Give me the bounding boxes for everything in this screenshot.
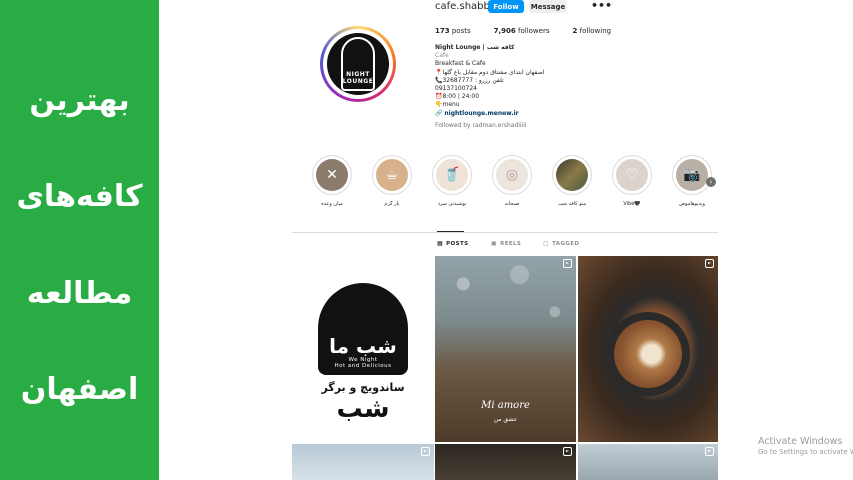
tagged-icon: ▢ [543,240,550,247]
highlight-label: ویدیوهاموض [679,201,705,207]
bio-phone: 📞تلفن رزرو : 32687777 [435,76,504,84]
post-logo-text: شب [336,394,390,424]
highlight-label: بار گرم [384,201,400,207]
bio-name: Night Lounge | کافه شب [435,44,515,51]
post-logo-badge: شب ما We Night Hot and Delicious [318,283,408,375]
highlight-item[interactable]: منو کافه شب [550,155,594,207]
bio-hours: ⏰8:00 | 24:00 [435,93,480,101]
post-caption-title: Mi amore [481,400,530,411]
tab-reels[interactable]: ▣ REELS [491,240,521,247]
bio-link-row: 🔗 nightlounge.menew.ir [435,110,675,118]
avatar-logo: NIGHT LOUNGE [327,33,389,95]
chevron-right-icon[interactable]: › [706,177,716,187]
highlight-label: صبحانه [504,201,520,207]
profile-username: cafe.shabb [435,1,490,12]
highlight-item[interactable]: ☕ بار گرم [370,155,414,207]
banner-line-1: بهترین [29,82,130,118]
link-icon: 🔗 [435,109,445,117]
reel-icon [705,447,714,456]
active-tab-indicator [437,231,464,232]
highlight-label: Vibe🖤 [623,201,641,207]
activate-windows-watermark: Activate Windows Go to Settings to activ… [758,436,853,456]
heart-icon: ♡ [616,159,648,191]
coffee-cup-icon: ☕ [376,159,408,191]
post-tile[interactable] [578,256,718,442]
profile-bio: Night Lounge | کافه شب Cafe Breakfast & … [435,44,675,130]
highlight-label: میان وعده [321,201,343,207]
highlight-label: منو کافه شب [557,201,587,207]
follow-button[interactable]: Follow [488,0,524,13]
banner-line-3: مطالعه [26,275,133,311]
banner-line-4: اصفهان [20,372,139,408]
followed-by[interactable]: Followed by radman.ershadiiiii [435,122,675,130]
bio-line: Breakfast & Cafe [435,60,486,68]
followers-stat[interactable]: 7,906 followers [494,27,550,35]
tab-tagged[interactable]: ▢ TAGGED [543,240,579,247]
profile-avatar[interactable]: NIGHT LOUNGE [320,26,396,102]
reel-icon [421,447,430,456]
post-tile[interactable] [292,444,434,480]
following-stat[interactable]: 2 following [573,27,612,35]
reels-icon: ▣ [491,240,498,247]
reel-icon [705,259,714,268]
more-dots-icon[interactable]: ••• [591,0,612,12]
bio-mobile: 09137100724 [435,85,477,93]
post-tile[interactable] [578,444,718,480]
highlight-item[interactable]: ✕ میان وعده [310,155,354,207]
story-highlights: ✕ میان وعده ☕ بار گرم 🥤 نوشیدنی سرد ◎ صب… [310,155,722,215]
post-caption-subtitle: عشق من [493,416,518,423]
cafe-photo-icon [556,159,588,191]
grid-icon: ▦ [437,240,444,247]
reel-icon [563,447,572,456]
cold-drink-icon: 🥤 [436,159,468,191]
post-badge-subtag: Hot and Delicious [334,363,392,369]
post-tile[interactable]: Mi amore عشق من [435,256,576,442]
promo-banner: بهترین کافه‌های مطالعه اصفهان [0,0,159,480]
post-tile[interactable]: شب ما We Night Hot and Delicious ساندویچ… [292,256,434,442]
latte-art-image [614,320,682,388]
reel-icon [563,259,572,268]
tabs-divider [292,232,718,233]
camera-icon: 📷 [676,159,708,191]
post-tile[interactable] [435,444,576,480]
bio-menu: 👇menu [435,101,460,109]
highlight-item[interactable]: 🥤 نوشیدنی سرد [430,155,474,207]
bio-address: 📍اصفهان ابتدای مشتاق دوم مقابل باغ گلها [435,68,545,76]
fork-knife-icon: ✕ [316,159,348,191]
profile-stats: 173 posts 7,906 followers 2 following [435,27,611,35]
bio-link[interactable]: nightlounge.menew.ir [444,110,518,117]
highlight-item[interactable]: ♡ Vibe🖤 [610,155,654,207]
tab-posts[interactable]: ▦ POSTS [437,240,468,247]
post-badge-title: شب ما [329,334,397,358]
avatar-text-lounge: LOUNGE [342,78,374,85]
bio-category: Cafe [435,52,449,60]
message-button[interactable]: Message [529,0,567,13]
avatar-text-night: NIGHT [346,71,370,78]
banner-line-2: کافه‌های [16,179,143,215]
highlight-item[interactable]: ◎ صبحانه [490,155,534,207]
post-subtitle: ساندویچ و برگر [321,381,405,394]
highlight-label: نوشیدنی سرد [437,201,467,207]
breakfast-icon: ◎ [496,159,528,191]
posts-stat: 173 posts [435,27,471,35]
